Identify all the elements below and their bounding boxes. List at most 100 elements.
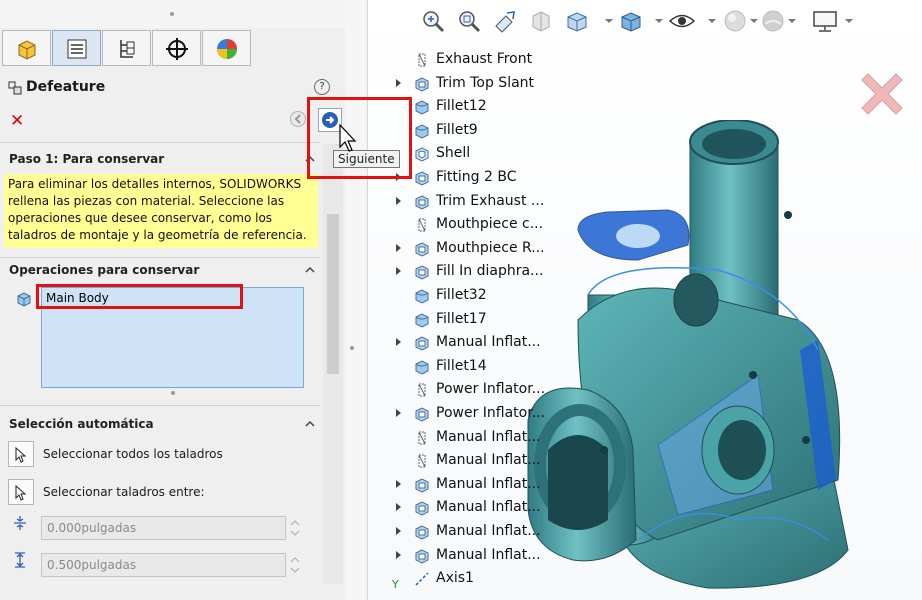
feature-icon bbox=[414, 170, 430, 189]
axis-y-label: Y bbox=[392, 578, 399, 591]
arrow-left-icon bbox=[294, 114, 301, 124]
chevron-down-icon[interactable] bbox=[788, 19, 796, 23]
fillet-icon bbox=[414, 359, 430, 378]
solid-body-icon bbox=[17, 292, 31, 307]
tree-item-label: Manual Inflat... bbox=[436, 476, 541, 492]
feature-icon bbox=[414, 76, 430, 95]
tree-item-label: Manual Inflat... bbox=[436, 547, 541, 563]
expand-arrow-icon[interactable] bbox=[396, 79, 401, 87]
cancel-button[interactable]: ✕ bbox=[10, 111, 24, 131]
expand-arrow-icon[interactable] bbox=[396, 551, 401, 559]
tree-item-label: Fill In diaphra... bbox=[436, 263, 544, 279]
sketch-icon bbox=[414, 453, 430, 472]
tree-item-label: Trim Exhaust ... bbox=[436, 193, 545, 209]
feature-manager-icon bbox=[18, 40, 36, 60]
cursor-select-icon bbox=[15, 485, 27, 501]
fillet-icon bbox=[414, 288, 430, 307]
tree-item-label: Fitting 2 BC bbox=[436, 169, 517, 185]
shell-icon bbox=[414, 146, 430, 165]
splitter-grip[interactable] bbox=[170, 12, 174, 16]
graphics-area[interactable]: Exhaust Front Trim Top Slant Fillet12 Fille… bbox=[368, 0, 922, 600]
feature-icon bbox=[414, 264, 430, 283]
separator bbox=[0, 142, 320, 143]
chevron-up-icon[interactable] bbox=[305, 419, 315, 429]
cursor-select-icon bbox=[15, 447, 27, 463]
select-all-holes-button[interactable] bbox=[8, 441, 34, 467]
min-hole-size-field[interactable]: 0.000pulgadas bbox=[41, 516, 286, 540]
expand-arrow-icon[interactable] bbox=[396, 267, 401, 275]
panel-splitter[interactable] bbox=[345, 0, 368, 600]
fillet-icon bbox=[414, 99, 430, 118]
tree-item-label: Manual Inflat... bbox=[436, 499, 541, 515]
feature-icon bbox=[414, 335, 430, 354]
expand-arrow-icon[interactable] bbox=[396, 197, 401, 205]
tree-item-label: Manual Inflat... bbox=[436, 334, 541, 350]
feature-icon bbox=[414, 194, 430, 213]
expand-arrow-icon[interactable] bbox=[396, 338, 401, 346]
tab-display-manager[interactable] bbox=[202, 30, 251, 66]
feature-icon bbox=[414, 500, 430, 519]
help-button[interactable]: ? bbox=[314, 79, 330, 95]
panel-top-strip bbox=[0, 0, 345, 28]
chevron-down-icon[interactable] bbox=[845, 19, 853, 23]
scrollbar-thumb[interactable] bbox=[327, 214, 339, 374]
min-size-icon bbox=[14, 516, 26, 530]
tree-item-label: Mouthpiece c... bbox=[436, 216, 544, 232]
section-view-icon[interactable] bbox=[528, 8, 554, 34]
tab-configuration-manager[interactable] bbox=[102, 30, 151, 66]
property-manager-icon bbox=[67, 39, 87, 59]
select-holes-between-button[interactable] bbox=[8, 479, 34, 505]
tab-dimxpert-manager[interactable] bbox=[152, 30, 201, 66]
sketch-icon bbox=[414, 382, 430, 401]
spinner-icon[interactable] bbox=[288, 553, 302, 577]
configuration-manager-icon bbox=[120, 40, 135, 58]
property-manager-panel: Defeature ? ✕ Paso 1: Para conservar Par… bbox=[0, 0, 346, 600]
tree-item-label: Manual Inflat... bbox=[436, 429, 541, 445]
tree-item-label: Fillet17 bbox=[436, 311, 487, 327]
hide-show-icon[interactable] bbox=[668, 8, 696, 34]
tab-property-manager[interactable] bbox=[52, 30, 101, 66]
view-orientation-icon[interactable] bbox=[564, 8, 590, 34]
part-model[interactable] bbox=[518, 120, 918, 600]
view-settings-icon[interactable] bbox=[811, 8, 839, 34]
sketch-icon bbox=[414, 430, 430, 449]
previous-button[interactable] bbox=[290, 111, 306, 127]
feature-icon bbox=[414, 477, 430, 496]
spinner-icon[interactable] bbox=[288, 516, 302, 540]
splitter-grip[interactable] bbox=[350, 346, 354, 350]
feature-icon bbox=[414, 406, 430, 425]
max-hole-size-field[interactable]: 0.500pulgadas bbox=[41, 553, 286, 577]
keep-section-title: Operaciones para conservar bbox=[9, 263, 200, 277]
list-resize-grip[interactable] bbox=[171, 391, 175, 395]
chevron-down-icon[interactable] bbox=[750, 19, 758, 23]
sketch-icon bbox=[414, 217, 430, 236]
pm-title-text: Defeature bbox=[26, 79, 106, 95]
display-style-icon[interactable] bbox=[618, 8, 644, 34]
fillet-icon bbox=[414, 123, 430, 142]
apply-scene-icon[interactable] bbox=[760, 8, 786, 34]
chevron-down-icon[interactable] bbox=[605, 19, 613, 23]
previous-view-icon[interactable] bbox=[492, 8, 518, 34]
zoom-to-area-icon[interactable] bbox=[456, 8, 482, 34]
expand-arrow-icon[interactable] bbox=[396, 527, 401, 535]
chevron-down-icon[interactable] bbox=[708, 19, 716, 23]
separator bbox=[0, 257, 320, 258]
expand-arrow-icon[interactable] bbox=[396, 480, 401, 488]
chevron-up-icon[interactable] bbox=[305, 265, 315, 275]
tree-item-label: Mouthpiece R... bbox=[436, 240, 545, 256]
zoom-to-fit-icon[interactable] bbox=[420, 8, 446, 34]
expand-arrow-icon[interactable] bbox=[396, 503, 401, 511]
sketch-icon bbox=[414, 52, 430, 71]
close-icon[interactable] bbox=[854, 66, 910, 122]
expand-arrow-icon[interactable] bbox=[396, 409, 401, 417]
tab-feature-manager[interactable] bbox=[2, 30, 51, 66]
feature-icon bbox=[414, 241, 430, 260]
max-size-icon bbox=[15, 552, 25, 568]
tree-item-label: Fillet32 bbox=[436, 287, 487, 303]
expand-arrow-icon[interactable] bbox=[396, 244, 401, 252]
chevron-down-icon[interactable] bbox=[655, 19, 663, 23]
select-all-holes-label: Seleccionar todos los taladros bbox=[43, 447, 223, 461]
edit-appearance-icon[interactable] bbox=[722, 8, 748, 34]
panel-scrollbar[interactable] bbox=[323, 144, 343, 584]
separator bbox=[0, 405, 320, 406]
